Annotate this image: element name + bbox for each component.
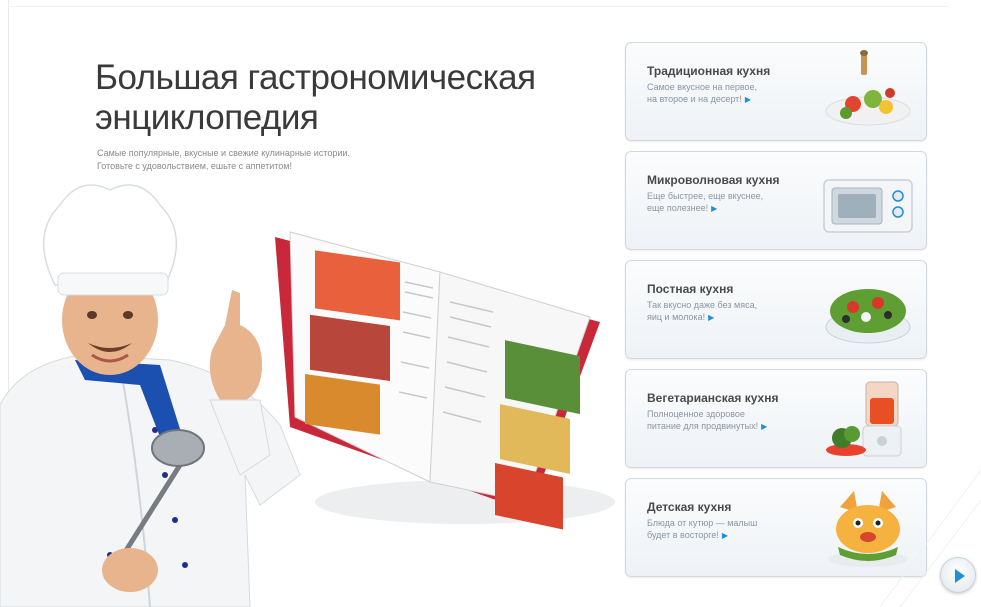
blender-icon [826,381,902,457]
next-button[interactable] [940,557,976,593]
play-arrow-icon [955,569,965,583]
arrow-icon: ▶ [744,95,751,104]
page-title: Большая гастрономическая энциклопедия [95,58,615,138]
category-description: Еще быстрее, еще вкуснее, еще полезнее! ▶ [647,190,822,215]
category-title: Микроволновая кухня [647,173,780,187]
category-desc-line-2: питание для продвинутых! [647,421,759,431]
cookbook-illustration [275,231,615,530]
category-title: Традиционная кухня [647,64,771,78]
category-desc-line-1: Еще быстрее, еще вкуснее, [647,191,764,201]
title-line-1: Большая гастрономическая [95,58,536,97]
category-description: Так вкусно даже без мяса, яиц и молока! ▶ [647,299,822,324]
category-desc-line-2: еще полезнее! [647,203,709,213]
subtitle-line-2: Готовьте с удовольствием, ешьте с аппети… [97,161,292,171]
arrow-icon: ▶ [711,204,718,213]
category-desc-line-2: на второе и на десерт! [647,94,742,104]
encyclopedia-home: Большая гастрономическая энциклопедия Са… [0,0,981,607]
category-desc-line-1: Блюда от кутюр — малыш [647,518,758,528]
category-description: Самое вкусное на первое, на второе и на … [647,81,822,106]
category-card-vegetarian[interactable]: Вегетарианская кухня Полноценное здорово… [625,369,927,468]
category-title: Детская кухня [647,500,732,514]
category-desc-line-1: Так вкусно даже без мяса, [647,300,758,310]
arrow-icon: ▶ [721,531,728,540]
category-desc-line-2: яиц и молока! [647,312,706,322]
title-line-2: энциклопедия [95,98,319,137]
category-card-microwave[interactable]: Микроволновая кухня Еще быстрее, еще вку… [625,151,927,250]
category-title: Постная кухня [647,282,734,296]
page-top-edge [8,6,948,7]
arrow-icon: ▶ [708,313,715,322]
microwave-icon [823,179,913,233]
category-description: Блюда от кутюр — малыш будет в восторге!… [647,517,822,542]
salad-bowl-icon [825,289,911,344]
subtitle-line-1: Самые популярные, вкусные и свежие кулин… [97,148,350,158]
category-title: Вегетарианская кухня [647,391,779,405]
category-desc-line-2: будет в восторге! [647,530,719,540]
category-card-lenten[interactable]: Постная кухня Так вкусно даже без мяса, … [625,260,927,359]
arrow-icon: ▶ [761,422,768,431]
category-card-traditional[interactable]: Традиционная кухня Самое вкусное на перв… [625,42,927,141]
category-description: Полноценное здоровое питание для продвин… [647,408,822,433]
salad-plate-icon [825,50,911,126]
page-subtitle: Самые популярные, вкусные и свежие кулин… [97,147,477,173]
category-desc-line-1: Самое вкусное на первое, [647,82,758,92]
category-desc-line-1: Полноценное здоровое [647,409,745,419]
